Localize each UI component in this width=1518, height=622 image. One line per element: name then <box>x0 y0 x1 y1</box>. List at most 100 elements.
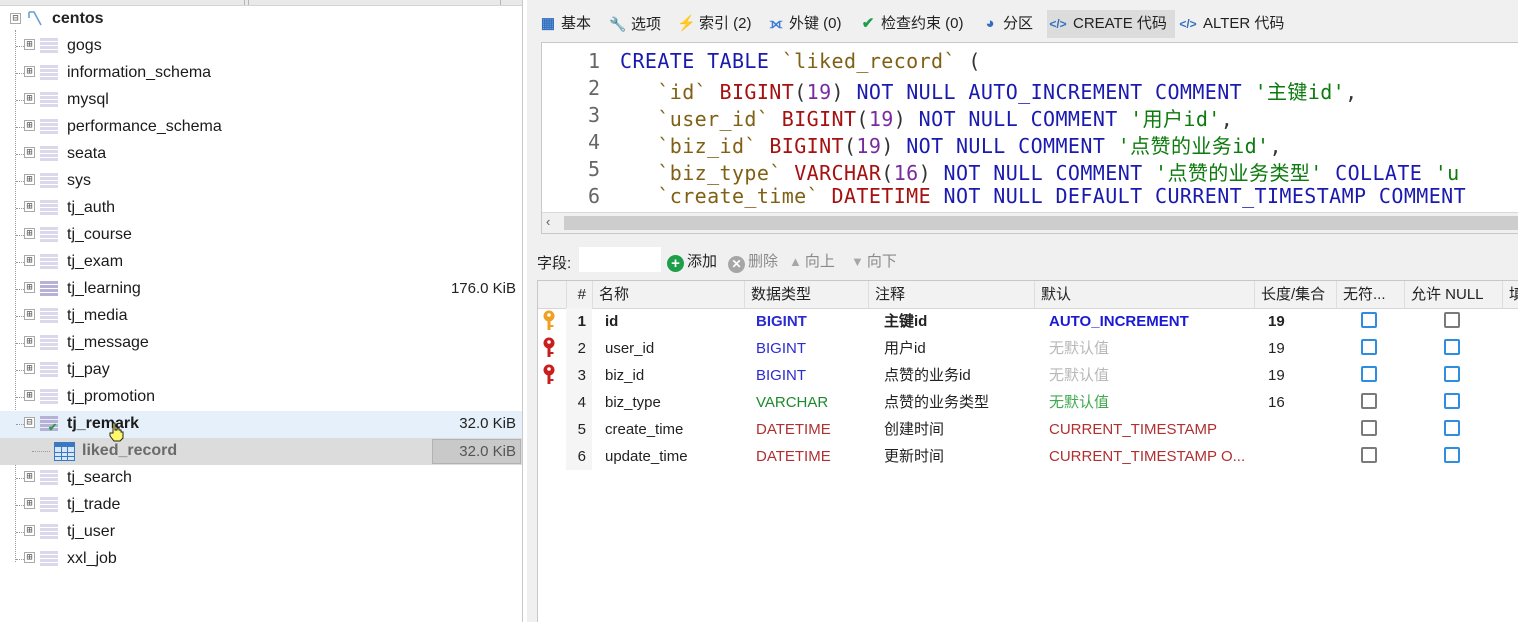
comment-cell[interactable]: 点赞的业务类型 <box>884 389 1030 416</box>
tree-item-performance-schema[interactable]: ⊞ performance_schema <box>0 114 522 141</box>
allow-null-checkbox[interactable] <box>1444 447 1460 463</box>
allow-null-checkbox[interactable] <box>1444 366 1460 382</box>
expand-toggle[interactable]: ⊞ <box>24 363 35 374</box>
comment-cell[interactable]: 创建时间 <box>884 416 1030 443</box>
comment-cell[interactable]: 主键id <box>884 308 1030 335</box>
grid-header-cell[interactable]: 填 <box>1502 281 1518 308</box>
comment-cell[interactable]: 用户id <box>884 335 1030 362</box>
grid-header-cell[interactable]: 数据类型 <box>744 281 868 308</box>
tree-root-server[interactable]: ⊟ centos <box>0 7 522 32</box>
length-cell[interactable]: 19 <box>1268 308 1328 335</box>
expand-toggle[interactable]: ⊞ <box>24 120 35 131</box>
unsigned-checkbox[interactable] <box>1361 312 1377 328</box>
allow-null-checkbox[interactable] <box>1444 393 1460 409</box>
create-code-editor[interactable]: 1 CREATE TABLE `liked_record` (2 `id` BIG… <box>541 42 1518 234</box>
tree-item-tj-remark[interactable]: ⊟ ✔ tj_remark 32.0 KiB <box>0 411 522 438</box>
data-type-cell[interactable]: DATETIME <box>756 416 866 443</box>
tree-item-tj-exam[interactable]: ⊞ tj_exam <box>0 249 522 276</box>
grid-header-cell[interactable]: 默认 <box>1034 281 1254 308</box>
tree-item-mysql[interactable]: ⊞ mysql <box>0 87 522 114</box>
delete-field-button[interactable]: ✕ 删除 <box>728 250 778 273</box>
table-row[interactable]: 2 user_id BIGINT 用户id 无默认值 19 <box>538 335 1518 362</box>
tab-7[interactable]: </> CREATE 代码 <box>1047 10 1175 38</box>
default-cell[interactable]: CURRENT_TIMESTAMP O... <box>1049 443 1249 470</box>
tab-6[interactable]: ◕ 分区 <box>981 10 1045 38</box>
data-type-cell[interactable]: BIGINT <box>756 335 866 362</box>
field-name-cell[interactable]: user_id <box>605 335 735 362</box>
default-cell[interactable]: 无默认值 <box>1049 362 1249 389</box>
tab-2[interactable]: 🔧 选项 <box>609 10 677 38</box>
tab-5[interactable]: ✔ 检查约束 (0) <box>859 10 977 38</box>
row-number[interactable]: 4 <box>566 389 586 416</box>
tree-item-tj-auth[interactable]: ⊞ tj_auth <box>0 195 522 222</box>
unsigned-checkbox[interactable] <box>1361 420 1377 436</box>
expand-toggle[interactable]: ⊞ <box>24 390 35 401</box>
comment-cell[interactable]: 点赞的业务id <box>884 362 1030 389</box>
expand-toggle[interactable]: ⊞ <box>24 498 35 509</box>
length-cell[interactable]: 16 <box>1268 389 1328 416</box>
row-number[interactable]: 6 <box>566 443 586 470</box>
tree-item-tj-course[interactable]: ⊞ tj_course <box>0 222 522 249</box>
unsigned-checkbox[interactable] <box>1361 447 1377 463</box>
tree-item-seata[interactable]: ⊞ seata <box>0 141 522 168</box>
table-row[interactable]: 3 biz_id BIGINT 点赞的业务id 无默认值 19 <box>538 362 1518 389</box>
tree-item-tj-message[interactable]: ⊞ tj_message <box>0 330 522 357</box>
expand-toggle[interactable]: ⊞ <box>24 39 35 50</box>
move-down-button[interactable]: ▼ 向下 <box>851 250 897 271</box>
field-name-cell[interactable]: create_time <box>605 416 735 443</box>
field-name-cell[interactable]: id <box>605 308 735 335</box>
tree-item-tj-pay[interactable]: ⊞ tj_pay <box>0 357 522 384</box>
scrollbar-thumb[interactable] <box>564 216 1518 230</box>
unsigned-checkbox[interactable] <box>1361 393 1377 409</box>
default-cell[interactable]: AUTO_INCREMENT <box>1049 308 1249 335</box>
tab-8[interactable]: </> ALTER 代码 <box>1177 10 1293 38</box>
expand-toggle[interactable]: ⊞ <box>24 282 35 293</box>
row-number[interactable]: 3 <box>566 362 586 389</box>
expand-toggle[interactable]: ⊞ <box>24 93 35 104</box>
collapse-toggle[interactable]: ⊟ <box>10 13 21 24</box>
default-cell[interactable]: 无默认值 <box>1049 389 1249 416</box>
tree-item-tj-learning[interactable]: ⊞ tj_learning 176.0 KiB <box>0 276 522 303</box>
expand-toggle[interactable]: ⊞ <box>24 228 35 239</box>
tab-4[interactable]: ⟗ 外键 (0) <box>767 10 857 38</box>
expand-toggle[interactable]: ⊞ <box>24 66 35 77</box>
row-number[interactable]: 1 <box>566 308 586 335</box>
grid-header-cell[interactable]: 无符... <box>1336 281 1404 308</box>
table-row[interactable]: 5 create_time DATETIME 创建时间 CURRENT_TIMESTAM… <box>538 416 1518 443</box>
expand-toggle[interactable]: ⊞ <box>24 525 35 536</box>
tree-item-tj-promotion[interactable]: ⊞ tj_promotion <box>0 384 522 411</box>
grid-header-cell[interactable]: 长度/集合 <box>1254 281 1336 308</box>
tree-item-tj-trade[interactable]: ⊞ tj_trade <box>0 492 522 519</box>
collapse-toggle[interactable]: ⊟ <box>24 417 35 428</box>
table-row[interactable]: 1 id BIGINT 主键id AUTO_INCREMENT 19 <box>538 308 1518 335</box>
tree-item-sys[interactable]: ⊞ sys <box>0 168 522 195</box>
expand-toggle[interactable]: ⊞ <box>24 552 35 563</box>
length-cell[interactable] <box>1268 443 1328 470</box>
tree-item-information-schema[interactable]: ⊞ information_schema <box>0 60 522 87</box>
tree-item-tj-search[interactable]: ⊞ tj_search <box>0 465 522 492</box>
data-type-cell[interactable]: DATETIME <box>756 443 866 470</box>
expand-toggle[interactable]: ⊞ <box>24 309 35 320</box>
unsigned-checkbox[interactable] <box>1361 366 1377 382</box>
default-cell[interactable]: CURRENT_TIMESTAMP <box>1049 416 1249 443</box>
horizontal-scrollbar[interactable]: ‹ <box>542 212 1518 233</box>
row-number[interactable]: 2 <box>566 335 586 362</box>
tab-1[interactable]: ▦ 基本 <box>539 10 617 38</box>
expand-toggle[interactable]: ⊞ <box>24 201 35 212</box>
expand-toggle[interactable]: ⊞ <box>24 471 35 482</box>
field-name-cell[interactable]: update_time <box>605 443 735 470</box>
default-cell[interactable]: 无默认值 <box>1049 335 1249 362</box>
row-number[interactable]: 5 <box>566 416 586 443</box>
add-field-button[interactable]: + 添加 <box>667 250 717 272</box>
tree-item-tj-media[interactable]: ⊞ tj_media <box>0 303 522 330</box>
allow-null-checkbox[interactable] <box>1444 312 1460 328</box>
field-name-cell[interactable]: biz_id <box>605 362 735 389</box>
length-cell[interactable]: 19 <box>1268 362 1328 389</box>
data-type-cell[interactable]: BIGINT <box>756 362 866 389</box>
move-up-button[interactable]: ▲ 向上 <box>789 250 835 271</box>
tree-item-liked-record[interactable]: liked_record 32.0 KiB <box>0 438 522 465</box>
grid-header-cell[interactable]: # <box>566 281 592 308</box>
scroll-left-icon[interactable]: ‹ <box>546 214 550 229</box>
table-row[interactable]: 4 biz_type VARCHAR 点赞的业务类型 无默认值 16 <box>538 389 1518 416</box>
unsigned-checkbox[interactable] <box>1361 339 1377 355</box>
